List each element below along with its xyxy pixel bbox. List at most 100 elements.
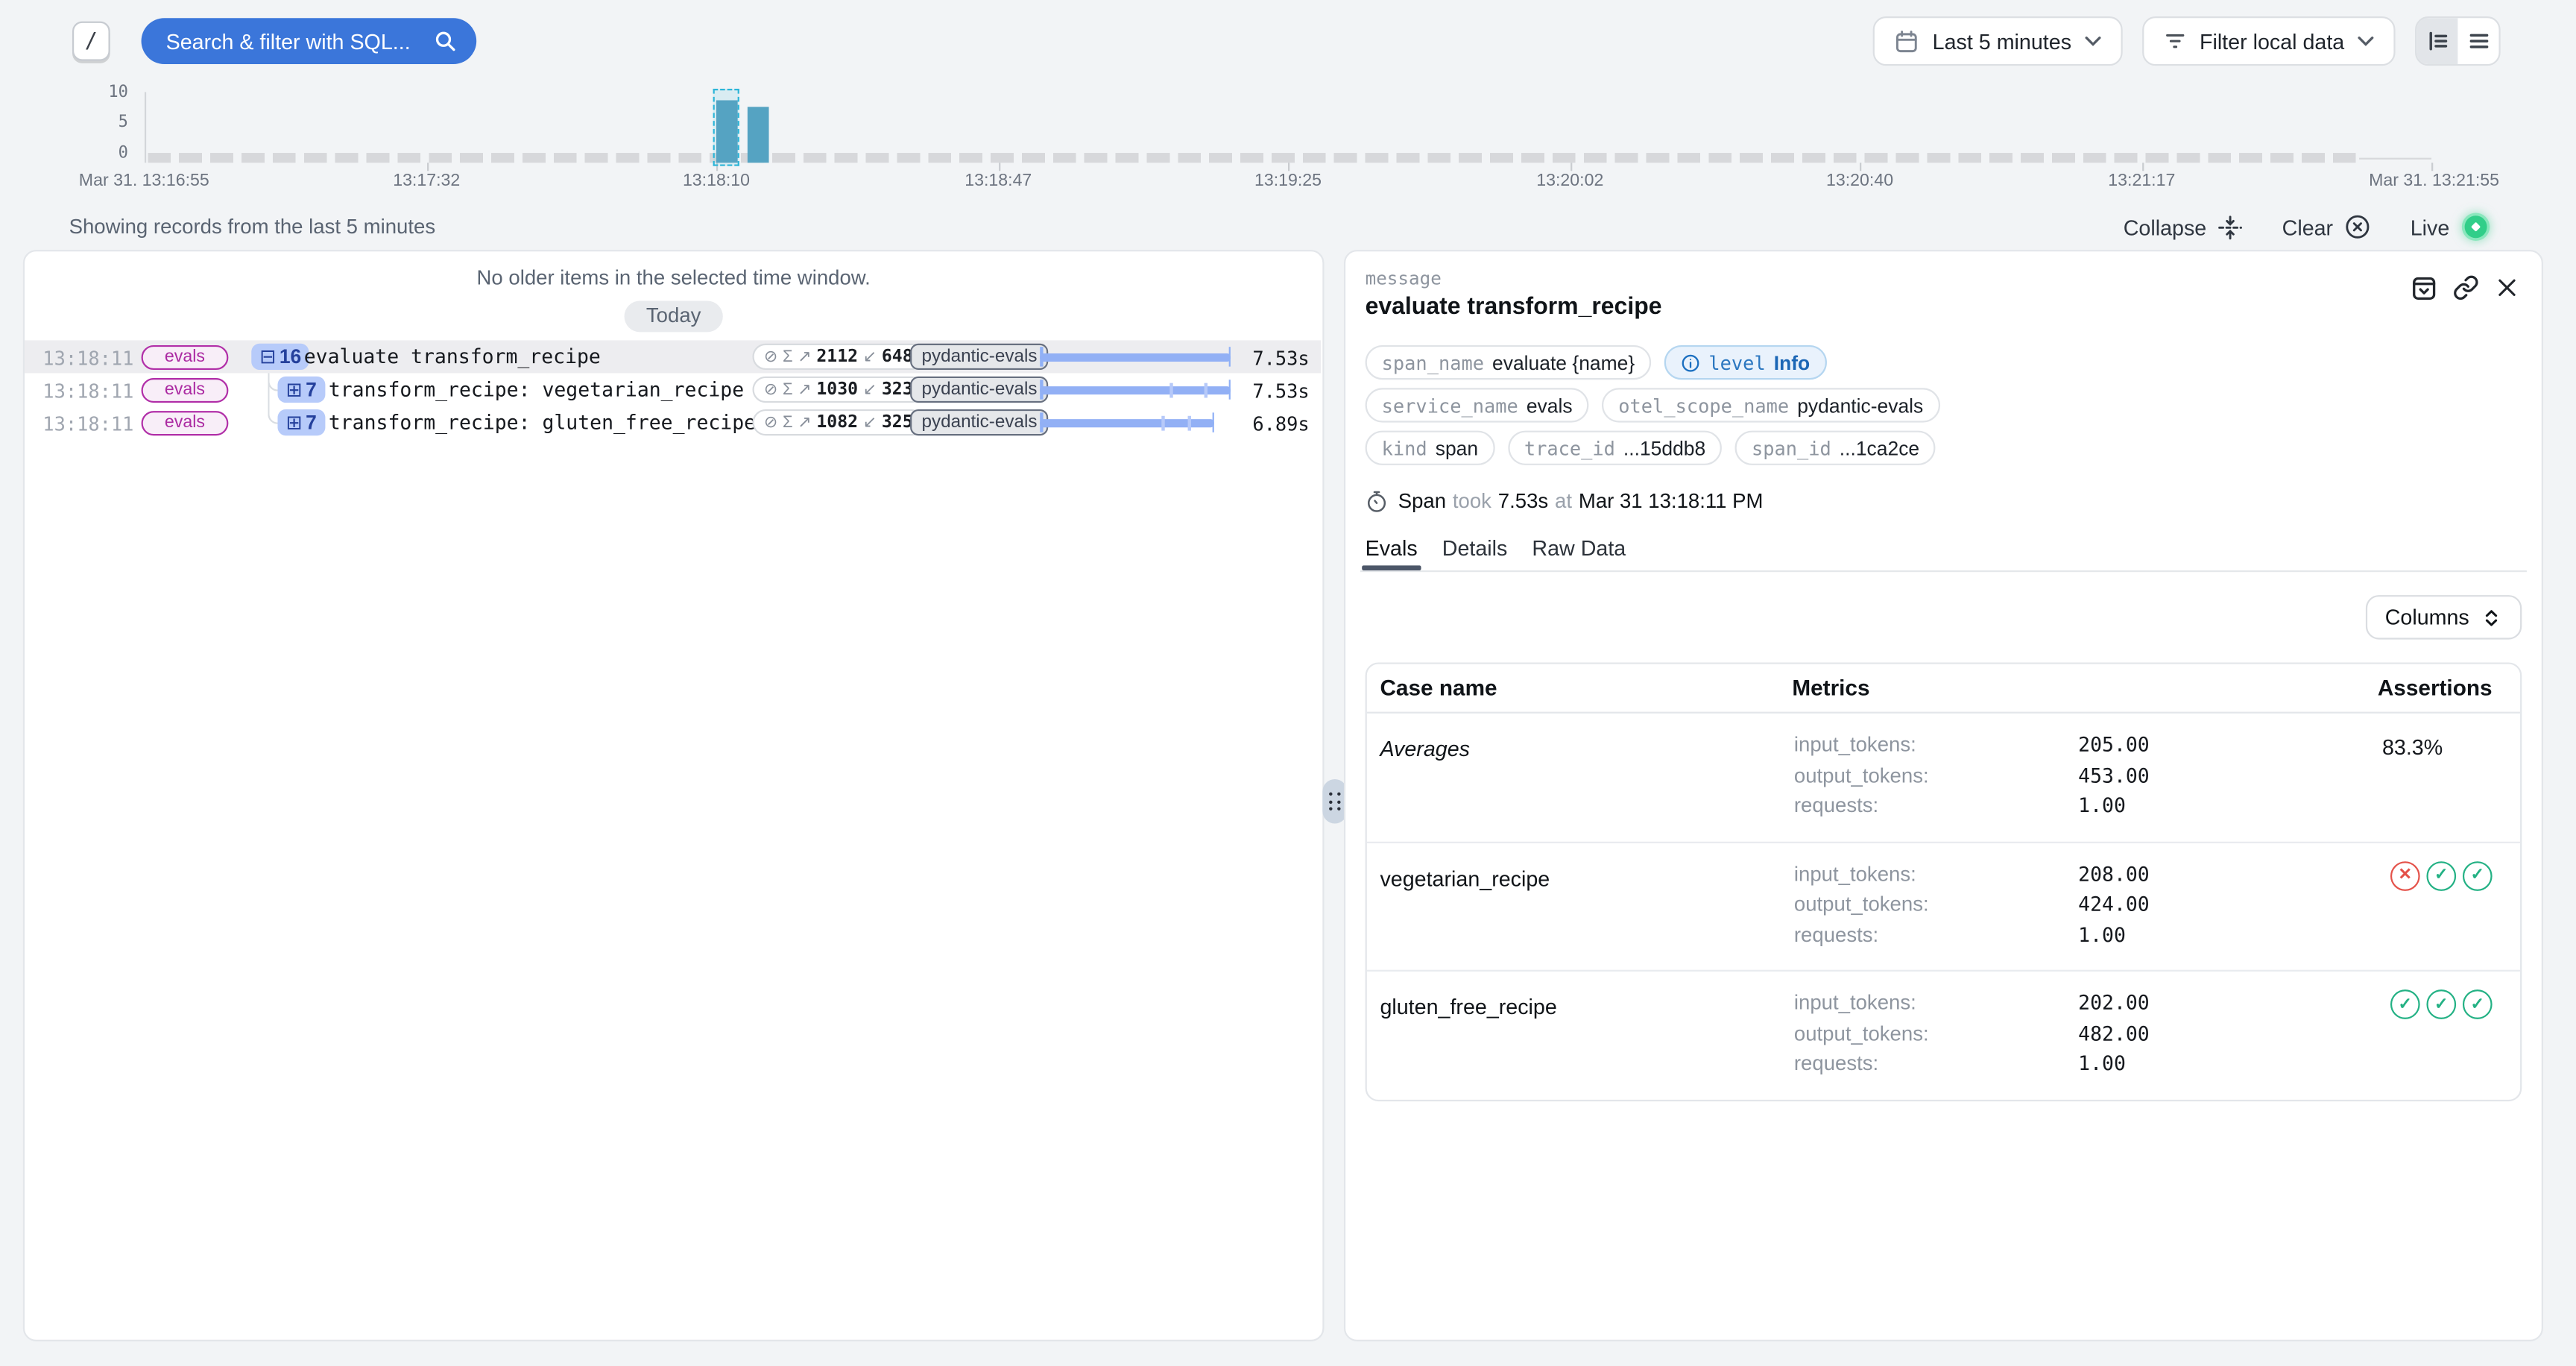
expand-children-button[interactable]: ⊞ 7 bbox=[277, 377, 324, 403]
chip-key: level bbox=[1708, 351, 1765, 374]
timing-duration: 7.53s bbox=[1498, 490, 1548, 513]
tree-view-icon bbox=[2425, 30, 2449, 53]
chip-value: pydantic-evals bbox=[1797, 394, 1923, 417]
detail-tabs: Evals Details Raw Data bbox=[1366, 536, 2522, 570]
token-metrics-chip: ⊘ Σ ↗ 2112 ↙ 648 bbox=[752, 344, 924, 370]
pass-icon: ✓ bbox=[2390, 989, 2420, 1019]
metric-value: 424.00 bbox=[2078, 890, 2150, 920]
trace-row[interactable]: 13:18:11 evals ⊞ 7 transform_recipe: veg… bbox=[25, 373, 1321, 406]
metric-label: requests: bbox=[1794, 790, 2078, 821]
span-duration-bar bbox=[1040, 380, 1231, 399]
scope-badge: pydantic-evals bbox=[910, 344, 1049, 370]
scope-badge: pydantic-evals bbox=[910, 377, 1049, 403]
x-axis-label: 13:21:17 bbox=[2108, 171, 2175, 190]
x-axis-tick bbox=[998, 163, 1000, 171]
histogram-bar[interactable] bbox=[748, 107, 770, 163]
input-tokens-value: 1082 bbox=[816, 412, 858, 432]
collapse-label: Collapse bbox=[2124, 215, 2207, 239]
attribute-chip[interactable]: service_name evals bbox=[1366, 388, 1589, 422]
attribute-chip[interactable]: kind span bbox=[1366, 431, 1495, 465]
date-pill[interactable]: Today bbox=[625, 300, 722, 332]
collapse-children-button[interactable]: ⊟ 16 bbox=[251, 344, 309, 370]
filter-button[interactable]: Filter local data bbox=[2142, 16, 2396, 66]
live-toggle[interactable]: Live bbox=[2411, 212, 2491, 242]
fail-icon: ✕ bbox=[2390, 860, 2420, 890]
metric-label: requests: bbox=[1794, 919, 2078, 950]
chip-key: span_name bbox=[1382, 351, 1484, 374]
y-axis-label: 0 bbox=[79, 145, 128, 163]
search-input[interactable]: Search & filter with SQL... bbox=[142, 18, 477, 64]
time-range-button[interactable]: Last 5 minutes bbox=[1873, 16, 2122, 66]
x-axis-label: 13:20:40 bbox=[1826, 171, 1893, 190]
span-duration: 6.89s bbox=[1208, 412, 1310, 435]
close-icon[interactable] bbox=[2496, 276, 2519, 299]
x-axis-label: 13:18:47 bbox=[965, 171, 1032, 190]
metric-label: output_tokens: bbox=[1794, 1019, 2078, 1049]
x-axis-tick bbox=[2431, 163, 2433, 171]
clear-button[interactable]: Clear bbox=[2282, 214, 2371, 240]
empty-window-notice: No older items in the selected time wind… bbox=[25, 266, 1322, 289]
tree-view-button[interactable] bbox=[2416, 18, 2457, 64]
tabs-divider bbox=[1360, 570, 2527, 572]
assertions-percentage: 83.3% bbox=[2382, 730, 2520, 821]
output-tokens-value: 323 bbox=[882, 380, 913, 399]
showing-records-text: Showing records from the last 5 minutes bbox=[69, 215, 436, 239]
attribute-chip[interactable]: span_name evaluate {name} bbox=[1366, 345, 1652, 380]
logfire-app: / Search & filter with SQL... Last 5 min… bbox=[0, 0, 2576, 1366]
pass-icon: ✓ bbox=[2426, 989, 2456, 1019]
collapse-button[interactable]: Collapse bbox=[2124, 215, 2243, 239]
input-tokens-value: 2112 bbox=[816, 347, 858, 366]
chip-key: otel_scope_name bbox=[1618, 394, 1789, 417]
view-toggle bbox=[2415, 16, 2501, 66]
assertions-icons: ✓✓✓ bbox=[2382, 988, 2520, 1079]
list-view-button[interactable] bbox=[2457, 18, 2498, 64]
output-tokens-icon: ↙ bbox=[863, 380, 877, 398]
chip-value: ...15ddb8 bbox=[1623, 436, 1705, 459]
search-placeholder: Search & filter with SQL... bbox=[166, 29, 434, 54]
expand-children-button[interactable]: ⊞ 7 bbox=[277, 409, 324, 435]
columns-button[interactable]: Columns bbox=[2365, 595, 2522, 640]
chip-value: evals bbox=[1527, 394, 1573, 417]
level-chip[interactable]: level Info bbox=[1664, 345, 1826, 380]
header-case-name: Case name bbox=[1367, 676, 1793, 700]
metric-value: 453.00 bbox=[2078, 761, 2150, 791]
timeline-chart: 10 5 0 Mar 31. 13:16:5513:17:3213:18:101… bbox=[0, 86, 2576, 195]
metric-value: 482.00 bbox=[2078, 1019, 2150, 1049]
attribute-chip[interactable]: trace_id ...15ddb8 bbox=[1508, 431, 1722, 465]
attribute-chip[interactable]: span_id ...1ca2ce bbox=[1735, 431, 1936, 465]
metric-label: output_tokens: bbox=[1794, 890, 2078, 920]
header-metrics: Metrics bbox=[1792, 676, 2377, 700]
header-assertions: Assertions bbox=[2378, 676, 2520, 700]
slash-shortcut-key[interactable]: / bbox=[72, 22, 110, 61]
open-in-panel-icon[interactable] bbox=[2412, 275, 2437, 300]
chip-key: trace_id bbox=[1524, 436, 1615, 459]
chip-key: kind bbox=[1382, 436, 1427, 459]
calendar-icon bbox=[1895, 29, 1919, 54]
copy-link-icon[interactable] bbox=[2453, 274, 2479, 300]
filter-label: Filter local data bbox=[2200, 29, 2344, 54]
output-tokens-icon: ↙ bbox=[863, 347, 877, 365]
trace-row[interactable]: 13:18:11 evals ⊞ 7 transform_recipe: glu… bbox=[25, 406, 1321, 439]
evals-table-row: vegetarian_recipe input_tokens:208.00 ou… bbox=[1367, 843, 2520, 972]
case-name: vegetarian_recipe bbox=[1367, 859, 1794, 950]
live-label: Live bbox=[2411, 215, 2450, 239]
clear-label: Clear bbox=[2282, 215, 2333, 239]
sum-icon: Σ bbox=[783, 380, 793, 398]
trace-row[interactable]: 13:18:11 evals ⊟ 16 evaluate transform_r… bbox=[25, 340, 1321, 373]
token-metrics-chip: ⊘ Σ ↗ 1030 ↙ 323 bbox=[752, 377, 924, 403]
evals-table-header: Case name Metrics Assertions bbox=[1367, 664, 2520, 714]
token-metrics-chip: ⊘ Σ ↗ 1082 ↙ 325 bbox=[752, 409, 924, 435]
output-tokens-value: 325 bbox=[882, 412, 913, 432]
expand-children-icon: ⊞ bbox=[286, 378, 303, 401]
output-tokens-icon: ↙ bbox=[863, 413, 877, 431]
attribute-chip[interactable]: otel_scope_name pydantic-evals bbox=[1602, 388, 1939, 422]
sum-icon: Σ bbox=[783, 413, 793, 431]
histogram-bar[interactable] bbox=[716, 100, 738, 163]
collapse-children-icon: ⊟ bbox=[259, 345, 276, 368]
timing-took: took bbox=[1453, 490, 1491, 513]
pass-icon: ✓ bbox=[2463, 860, 2493, 890]
chip-value: Info bbox=[1774, 351, 1810, 374]
tab-evals[interactable]: Evals bbox=[1366, 536, 1418, 570]
tab-raw-data[interactable]: Raw Data bbox=[1532, 536, 1626, 570]
tab-details[interactable]: Details bbox=[1442, 536, 1508, 570]
